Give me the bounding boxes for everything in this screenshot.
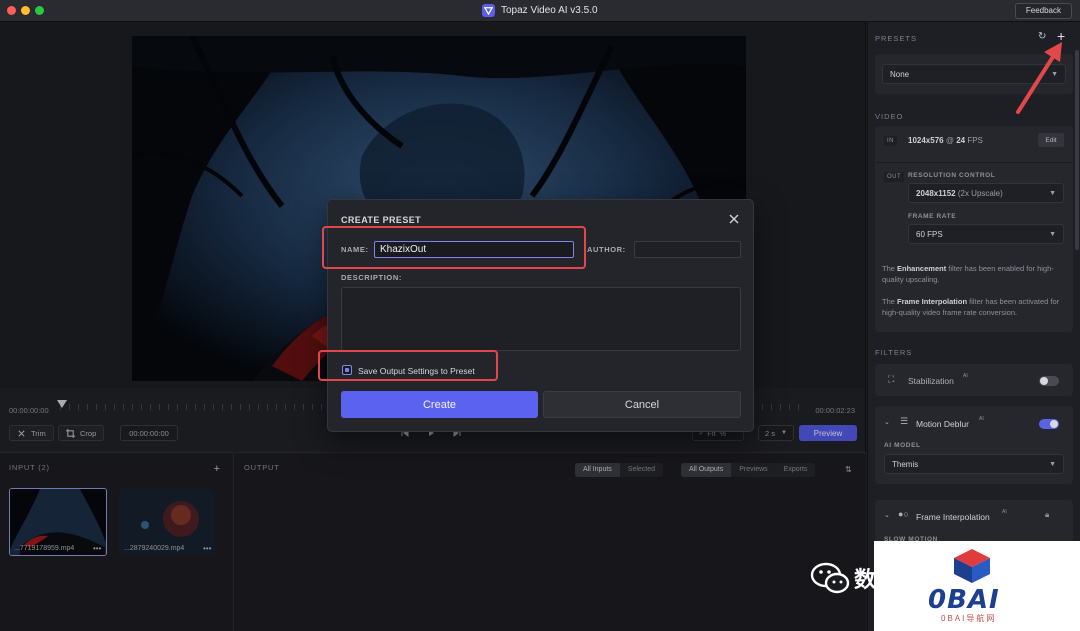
frame-rate-label: FRAME RATE — [908, 213, 957, 220]
cancel-button[interactable]: Cancel — [543, 391, 741, 418]
input-fps: 24 — [956, 136, 966, 145]
deblur-icon: ☰ — [900, 416, 909, 426]
interpolation-info-text: The Frame Interpolation filter has been … — [882, 297, 1060, 317]
preset-author-input[interactable] — [634, 241, 741, 258]
stabilization-icon: ⛶ — [888, 374, 895, 384]
red-arrow-annotation — [1016, 42, 1062, 114]
enhancement-info-text: The Enhancement filter has been enabled … — [882, 264, 1054, 284]
chevron-down-icon[interactable]: ⌄ — [884, 511, 890, 519]
ai-model-select[interactable]: Themis ▼ — [884, 454, 1064, 474]
frame-rate-select[interactable]: 60 FPS ▼ — [908, 224, 1064, 244]
motion-deblur-label: Motion Deblur — [916, 419, 969, 429]
preset-value: None — [890, 69, 910, 79]
ai-badge: AI — [963, 373, 968, 379]
edit-input-button[interactable]: Edit — [1038, 133, 1064, 147]
cube-logo-icon — [954, 549, 990, 583]
dialog-title: CREATE PRESET — [341, 215, 422, 225]
chevron-down-icon[interactable]: ⌄ — [884, 418, 890, 426]
watermark-subtitle: 0BAI导航网 — [941, 614, 997, 623]
checkbox-highlight — [318, 350, 498, 381]
frame-rate-value: 60 FPS — [916, 229, 943, 239]
ai-badge: AI — [979, 416, 984, 422]
stabilization-toggle[interactable] — [1039, 376, 1059, 386]
app-title: Topaz Video AI v3.5.0 — [482, 4, 598, 17]
filters-section-title: FILTERS — [875, 348, 913, 357]
close-icon[interactable] — [728, 213, 740, 225]
video-card: IN 1024x576 @ 24 FPS Edit OUT RESOLUTION… — [875, 126, 1073, 332]
ai-badge: AI — [1002, 509, 1007, 515]
title-bar: Topaz Video AI v3.5.0 Feedback — [0, 0, 1080, 22]
0bai-watermark-badge: 0BAI 0BAI导航网 — [874, 541, 1080, 631]
stabilization-label: Stabilization — [908, 376, 954, 386]
create-button[interactable]: Create — [341, 391, 538, 418]
minimize-window-button[interactable] — [21, 6, 30, 15]
in-tag: IN — [884, 136, 897, 146]
frame-interpolation-label: Frame Interpolation — [916, 512, 990, 522]
out-tag: OUT — [884, 172, 905, 182]
right-panel-scrollbar[interactable] — [1075, 50, 1079, 250]
motion-deblur-toggle[interactable] — [1039, 419, 1059, 429]
watermark-brand: 0BAI — [928, 585, 1000, 615]
presets-section-title: PRESETS — [875, 34, 918, 43]
chevron-down-icon: ▼ — [1049, 189, 1056, 197]
watermark-text: 数 — [854, 567, 877, 592]
divider — [875, 162, 1073, 163]
close-window-button[interactable] — [7, 6, 16, 15]
chevron-down-icon: ▼ — [1049, 460, 1056, 468]
resolution-select[interactable]: 2048x1152 (2x Upscale) ▼ — [908, 183, 1064, 203]
name-field-highlight — [322, 226, 586, 269]
author-label: AUTHOR: — [587, 245, 626, 254]
wechat-watermark: 数 — [810, 560, 876, 596]
input-resolution-info: 1024x576 @ 24 FPS — [908, 136, 983, 145]
app-title-text: Topaz Video AI v3.5.0 — [501, 5, 598, 16]
topaz-logo-icon — [482, 4, 495, 17]
chevron-down-icon: ▼ — [1049, 230, 1056, 238]
zoom-window-button[interactable] — [35, 6, 44, 15]
wechat-logo-icon — [810, 562, 850, 594]
motion-deblur-card: ⌄ ☰ Motion Deblur AI AI MODEL Themis ▼ — [875, 406, 1073, 484]
output-resolution: 2048x1152 — [916, 188, 956, 198]
ai-model-label: AI MODEL — [884, 442, 921, 449]
preset-description-textarea[interactable] — [341, 287, 741, 351]
stabilization-card: ⛶ Stabilization AI — [875, 364, 1073, 396]
feedback-button[interactable]: Feedback — [1014, 3, 1072, 19]
lock-icon: 🔒︎ — [1045, 510, 1050, 519]
input-resolution: 1024x576 — [908, 136, 944, 145]
interpolation-icon: ●○ — [898, 509, 909, 519]
video-section-title: VIDEO — [875, 112, 904, 121]
description-label: DESCRIPTION: — [341, 273, 402, 282]
ai-model-value: Themis — [892, 459, 919, 469]
resolution-control-label: RESOLUTION CONTROL — [908, 172, 996, 179]
